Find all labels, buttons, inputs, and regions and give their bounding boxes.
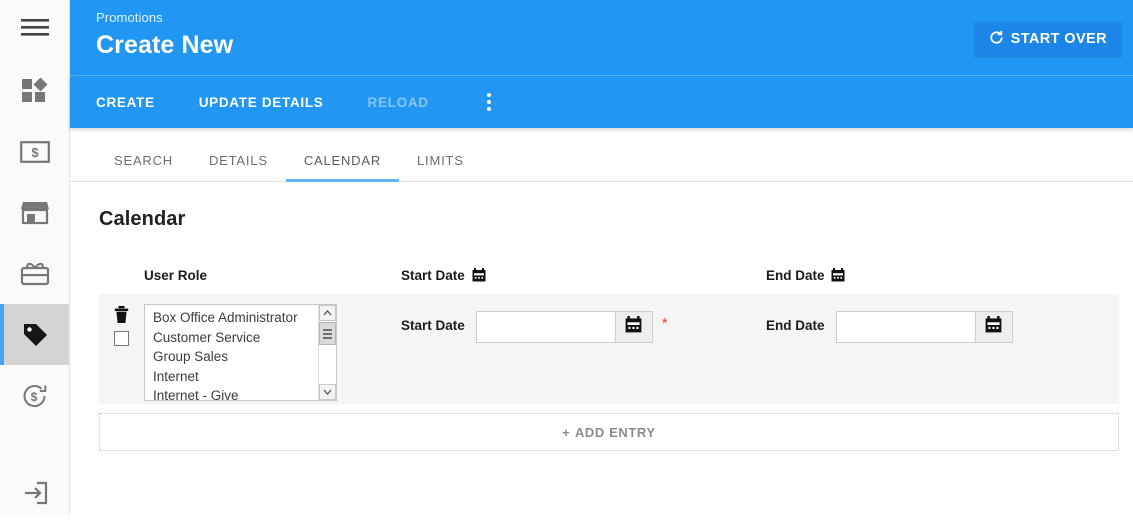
- grid-header-actions: [99, 268, 144, 285]
- sidebar-item-refunds[interactable]: $: [0, 365, 69, 426]
- scroll-down-arrow-icon[interactable]: [319, 384, 336, 400]
- user-role-cell: Box Office Administrator Customer Servic…: [144, 304, 401, 404]
- start-date-input[interactable]: [476, 312, 615, 342]
- end-date-field-group: [835, 311, 1013, 343]
- start-date-label: Start Date: [401, 318, 465, 333]
- action-create[interactable]: CREATE: [96, 95, 155, 110]
- grid-header-start-date: Start Date: [401, 268, 766, 285]
- start-date-cell: Start Date *: [401, 304, 766, 404]
- sidebar-item-payments[interactable]: $: [0, 121, 69, 182]
- user-role-option-list: Box Office Administrator Customer Servic…: [145, 305, 318, 400]
- tab-details[interactable]: DETAILS: [191, 128, 286, 182]
- sidebar: $ $: [0, 0, 70, 514]
- end-date-label: End Date: [766, 318, 825, 333]
- sidebar-item-gift-cards[interactable]: [0, 243, 69, 304]
- user-role-multiselect[interactable]: Box Office Administrator Customer Servic…: [144, 304, 337, 401]
- row-select-checkbox[interactable]: [114, 331, 129, 346]
- end-date-cell: End Date: [766, 304, 1119, 404]
- page-header: Promotions Create New START OVER: [70, 0, 1133, 75]
- start-date-field-group: [475, 311, 653, 343]
- calendar-icon: [625, 316, 642, 338]
- start-date-required-marker: *: [661, 315, 668, 332]
- add-entry-button[interactable]: + ADD ENTRY: [99, 413, 1119, 451]
- user-role-option[interactable]: Group Sales: [149, 347, 318, 367]
- user-role-option[interactable]: Customer Service: [149, 328, 318, 348]
- end-date-picker-button[interactable]: [974, 312, 1012, 342]
- user-role-option[interactable]: Internet: [149, 367, 318, 387]
- action-reload: RELOAD: [367, 94, 429, 110]
- store-icon: [20, 200, 50, 226]
- logout-icon: [22, 481, 48, 505]
- dashboard-icon: [21, 77, 49, 105]
- tab-bar: SEARCH DETAILS CALENDAR LIMITS: [70, 128, 1133, 182]
- grid-header-user-role: User Role: [144, 268, 208, 283]
- calendar-icon: [472, 268, 486, 285]
- tab-limits[interactable]: LIMITS: [399, 128, 482, 182]
- action-bar: CREATE UPDATE DETAILS RELOAD: [70, 75, 1133, 128]
- calendar-panel: Calendar User Role Start Date End Date B…: [70, 208, 1133, 451]
- tab-calendar[interactable]: CALENDAR: [285, 128, 400, 182]
- section-title: Calendar: [99, 208, 186, 230]
- action-update-details[interactable]: UPDATE DETAILS: [199, 95, 324, 110]
- row-actions: [99, 304, 144, 404]
- sidebar-item-promotions[interactable]: [0, 304, 69, 365]
- tab-search[interactable]: SEARCH: [96, 128, 191, 182]
- start-over-label: START OVER: [1010, 31, 1107, 47]
- refund-icon: $: [21, 382, 49, 410]
- tag-icon: [20, 321, 50, 349]
- menu-icon: [20, 18, 49, 38]
- user-role-option[interactable]: Internet - Give: [149, 386, 318, 400]
- main-area: Promotions Create New START OVER CREATE …: [70, 0, 1133, 514]
- app-root: $ $ Promotions Create New START OVER CRE…: [0, 0, 1133, 514]
- payments-icon: $: [19, 140, 50, 163]
- grid-header-end-date: End Date: [766, 268, 1133, 285]
- start-date-picker-button[interactable]: [614, 312, 652, 342]
- scroll-up-arrow-icon[interactable]: [319, 305, 336, 321]
- svg-text:$: $: [31, 145, 39, 160]
- user-role-scrollbar[interactable]: [318, 305, 336, 400]
- add-entry-prefix: +: [562, 424, 571, 440]
- gift-card-icon: [20, 261, 50, 287]
- trash-icon[interactable]: [114, 306, 129, 324]
- calendar-icon: [985, 316, 1002, 338]
- sidebar-item-menu[interactable]: [0, 0, 69, 56]
- scrollbar-thumb[interactable]: [319, 322, 336, 345]
- kebab-menu-icon[interactable]: [481, 89, 497, 115]
- grid-header: User Role Start Date End Date: [99, 268, 1133, 285]
- refresh-icon: [989, 30, 1004, 49]
- end-date-input[interactable]: [836, 312, 975, 342]
- add-entry-label: ADD ENTRY: [574, 424, 656, 440]
- calendar-entry-row: Box Office Administrator Customer Servic…: [99, 294, 1119, 404]
- svg-text:$: $: [30, 390, 37, 404]
- user-role-option[interactable]: Box Office Administrator: [149, 308, 318, 328]
- start-over-button[interactable]: START OVER: [974, 22, 1121, 56]
- sidebar-item-store[interactable]: [0, 182, 69, 243]
- sidebar-item-dashboard[interactable]: [0, 60, 69, 121]
- calendar-icon: [831, 268, 845, 285]
